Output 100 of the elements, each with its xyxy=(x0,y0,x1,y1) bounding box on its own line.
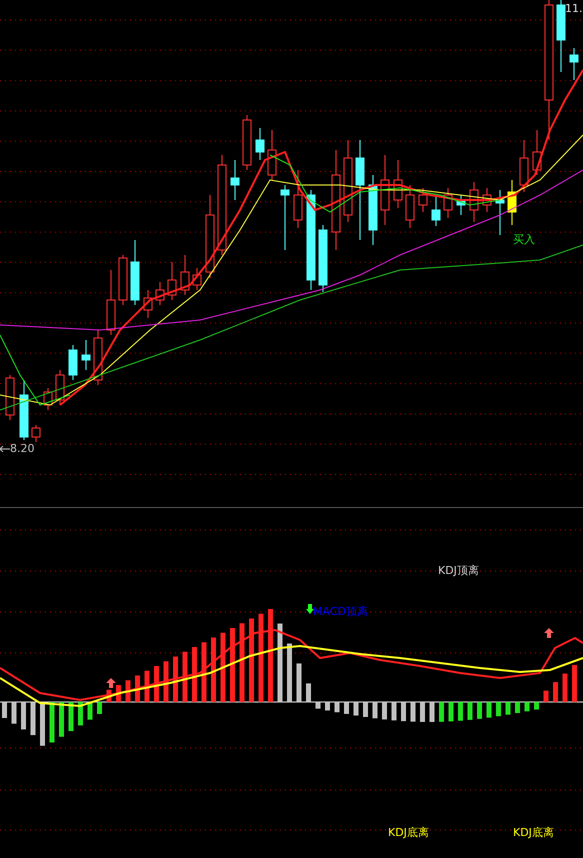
candlestick xyxy=(380,154,390,226)
candlestick xyxy=(318,224,328,292)
candlestick xyxy=(444,188,452,218)
histogram-bar xyxy=(88,702,92,720)
histogram-bar xyxy=(486,702,492,718)
macd-divergence-label: MACD顶离 xyxy=(313,605,368,618)
histogram-bar xyxy=(524,702,530,712)
histogram-bar xyxy=(116,685,121,702)
candlestick xyxy=(482,188,492,212)
histogram-bar xyxy=(506,702,510,715)
histogram-bar xyxy=(106,690,112,702)
candlestick xyxy=(118,254,128,306)
kdj-divergence-label: KDJ顶离 xyxy=(438,564,479,577)
candlestick xyxy=(456,194,466,216)
kdj-divergence-label: KDJ底离 xyxy=(513,826,554,839)
histogram-bar xyxy=(164,661,168,702)
histogram-bar xyxy=(544,690,548,702)
histogram-bar xyxy=(534,702,539,710)
histogram-bar xyxy=(382,702,387,720)
candlestick xyxy=(6,374,14,420)
candlestick xyxy=(520,140,528,192)
histogram-bar xyxy=(78,702,83,726)
candlestick xyxy=(432,194,440,226)
candlestick xyxy=(156,282,164,306)
candlestick xyxy=(268,130,276,180)
histogram-bar xyxy=(325,702,330,710)
down-arrow-icon xyxy=(306,604,314,614)
histogram-bar xyxy=(334,702,340,712)
candlestick xyxy=(32,424,40,442)
histogram-bar xyxy=(401,702,406,722)
histogram-bar xyxy=(439,702,444,722)
left-arrow-icon xyxy=(0,446,10,452)
histogram-bar xyxy=(296,663,302,702)
up-arrow-icon xyxy=(544,628,554,638)
candlestick xyxy=(294,170,302,228)
histogram-bar xyxy=(553,682,558,702)
histogram-bar xyxy=(420,702,425,722)
histogram-bar xyxy=(410,702,416,722)
histogram-bar xyxy=(50,702,54,742)
candlestick xyxy=(180,254,190,296)
histogram-bar xyxy=(2,702,7,718)
histogram-bar xyxy=(468,702,472,720)
histogram-bar xyxy=(562,674,568,702)
histogram-bar xyxy=(515,702,520,714)
histogram-bar xyxy=(458,702,463,721)
candlestick xyxy=(406,184,414,228)
candlestick xyxy=(230,160,240,200)
candlestick xyxy=(68,344,78,380)
histogram-bar xyxy=(572,665,577,702)
histogram-bar xyxy=(144,670,150,702)
candlestick xyxy=(532,130,542,176)
candlestick xyxy=(470,182,478,222)
histogram-bar xyxy=(154,666,159,702)
up-arrow-icon xyxy=(106,678,116,688)
histogram-bar xyxy=(21,702,26,730)
candlestick xyxy=(256,128,264,160)
histogram-bar xyxy=(354,702,358,716)
histogram-bar xyxy=(363,702,368,717)
histogram-bar xyxy=(59,702,64,737)
kdj-divergence-label: KDJ底离 xyxy=(388,826,429,839)
histogram-bar xyxy=(448,702,454,722)
candlestick xyxy=(368,174,378,246)
candlestick xyxy=(280,184,290,250)
candlestick xyxy=(508,180,516,226)
histogram-bar xyxy=(316,702,320,709)
buy-signal-label: 买入 xyxy=(513,233,535,246)
histogram-bar xyxy=(30,702,36,736)
histogram-bar xyxy=(430,702,434,722)
histogram-bar xyxy=(477,702,482,719)
candlestick xyxy=(82,340,90,370)
histogram-bar xyxy=(173,656,178,702)
histogram-bar xyxy=(40,702,45,746)
candlestick xyxy=(192,268,202,290)
histogram-bar xyxy=(97,702,102,714)
histogram-bar xyxy=(126,680,130,702)
histogram-bar xyxy=(392,702,396,720)
candlestick xyxy=(44,388,52,410)
histogram-bar xyxy=(192,647,197,702)
histogram-bar xyxy=(306,683,311,702)
candlestick xyxy=(144,290,152,318)
histogram-bar xyxy=(220,632,226,702)
histogram-bar xyxy=(496,702,501,716)
candlestick xyxy=(106,270,116,336)
histogram-bar xyxy=(287,644,292,702)
histogram-bar xyxy=(12,702,16,724)
candlestick xyxy=(394,160,402,208)
candlestick xyxy=(418,188,428,212)
histogram-bar xyxy=(182,652,188,702)
candlestick xyxy=(130,240,140,306)
price-low-label: 8.20 xyxy=(10,442,34,455)
candlestick xyxy=(20,380,28,440)
candlestick xyxy=(242,114,252,170)
histogram-bar xyxy=(68,702,74,732)
candlestick xyxy=(496,190,504,236)
candlestick xyxy=(570,48,578,80)
price-high-label: 11. xyxy=(565,2,582,15)
histogram-bar xyxy=(211,638,216,702)
histogram-bar xyxy=(202,642,206,702)
histogram-bar xyxy=(372,702,378,718)
histogram-bar xyxy=(344,702,349,714)
